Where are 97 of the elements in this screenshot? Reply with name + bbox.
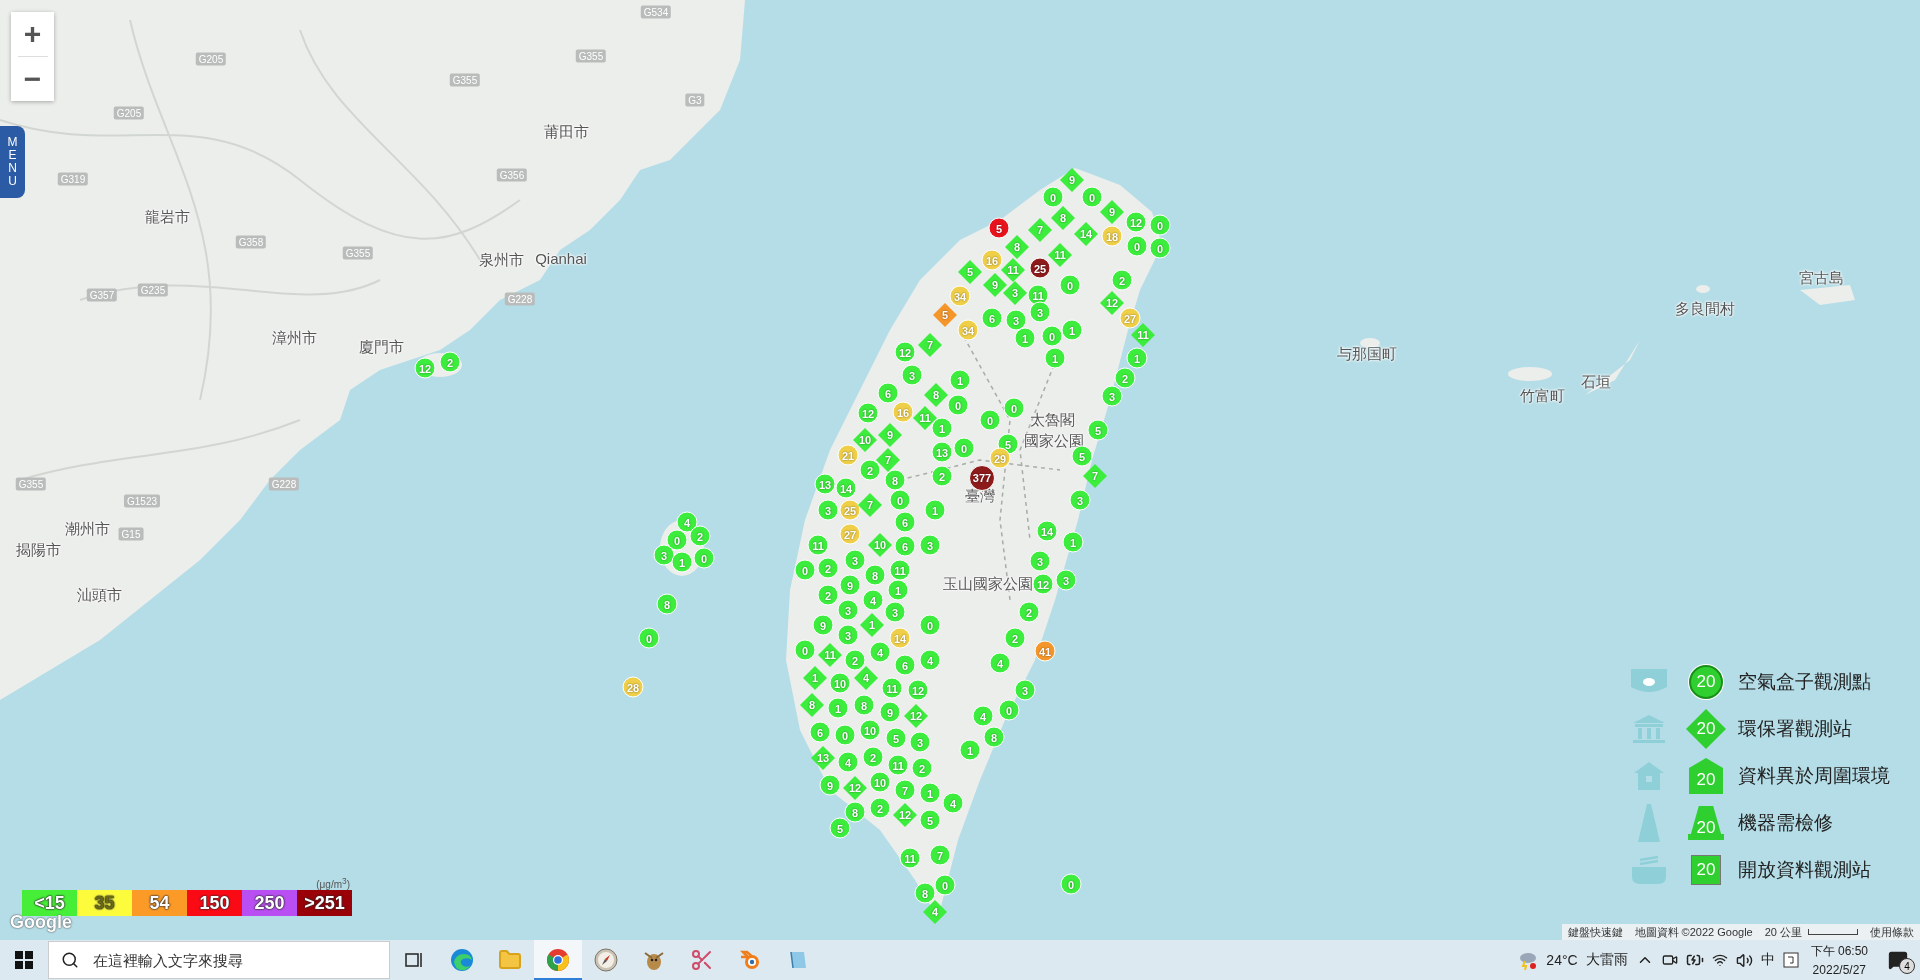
road-number: G235	[137, 283, 169, 297]
unit-label: (μg/m$^{3}$)	[316, 876, 350, 891]
windows-logo-icon	[15, 951, 33, 969]
place-label: 泉州市	[478, 250, 524, 270]
time-text: 下午 06:50	[1810, 943, 1868, 960]
tray-icon	[1631, 855, 1667, 885]
building-icon	[1632, 714, 1666, 744]
place-label: 石垣	[1581, 372, 1611, 392]
legend-marker: 20	[1686, 709, 1726, 749]
road-number: G355	[342, 246, 374, 260]
island	[1360, 338, 1380, 348]
place-label: 与那国町	[1337, 344, 1397, 364]
road-number: G228	[268, 477, 300, 491]
legend-label: 機器需檢修	[1738, 811, 1833, 835]
road-number: G3	[685, 93, 705, 107]
station-marker[interactable]: 5	[829, 817, 851, 839]
place-label: 竹富町	[1519, 386, 1565, 406]
taskbar-app-button[interactable]	[534, 940, 582, 980]
station-marker[interactable]: 12	[414, 357, 436, 379]
station-marker[interactable]: 0	[1060, 873, 1082, 895]
scale-bin: 35	[77, 890, 132, 917]
station-marker[interactable]: 0	[638, 627, 660, 649]
house-icon	[1633, 761, 1665, 791]
station-marker[interactable]: 4	[676, 511, 698, 533]
legend-marker: 20	[1691, 855, 1721, 885]
road-number: G358	[235, 235, 267, 249]
place-label: 廈門市	[358, 337, 404, 357]
scale-bin: >251	[297, 890, 352, 917]
edge-browser-icon	[450, 948, 474, 972]
road-number: G205	[195, 52, 227, 66]
scale-text: 20 公里	[1763, 924, 1803, 940]
terms-link[interactable]: 使用條款	[1864, 924, 1920, 940]
place-label: 汕頭市	[76, 585, 122, 605]
place-label: 潮州市	[64, 519, 110, 539]
road-number: G355	[575, 49, 607, 63]
legend-label: 資料異於周圍環境	[1738, 764, 1890, 788]
scale-bin: 150	[187, 890, 242, 917]
station-marker[interactable]: 4	[923, 900, 947, 924]
scale-bar	[1808, 929, 1858, 935]
scissors-icon	[690, 948, 714, 972]
island	[1696, 285, 1710, 293]
legend-label: 環保署觀測站	[1738, 717, 1852, 741]
input-method-text: 中	[1759, 951, 1776, 969]
station-marker[interactable]: 8	[656, 593, 678, 615]
place-label: 揭陽市	[15, 540, 61, 560]
station-marker[interactable]: 3	[653, 544, 675, 566]
station-marker[interactable]: 2	[1114, 367, 1136, 389]
place-label: 漳州市	[271, 328, 317, 348]
blender-icon	[738, 948, 762, 972]
place-label: 莆田市	[543, 122, 589, 142]
island	[1508, 367, 1552, 381]
zoom-out-button[interactable]: −	[11, 57, 54, 101]
date-text: 2022/5/27	[1812, 963, 1866, 977]
compass-icon	[594, 948, 618, 972]
legend-marker: 20	[1689, 758, 1723, 794]
road-number: G205	[113, 106, 145, 120]
traffic-cone-icon	[1637, 803, 1661, 843]
menu-tab[interactable]: MENU	[0, 126, 25, 198]
station-marker[interactable]: 28	[622, 676, 644, 698]
search-field[interactable]: 在這裡輸入文字來搜尋	[48, 941, 390, 979]
station-marker[interactable]: 1	[1126, 347, 1148, 369]
place-label: Qianhai	[535, 249, 587, 267]
road-number: G355	[449, 73, 481, 87]
place-label: 多良間村	[1675, 299, 1735, 319]
place-label: 宮古島	[1798, 268, 1844, 288]
weather-text: 大雷雨	[1584, 951, 1629, 969]
place-label: 龍岩市	[144, 207, 190, 227]
road-number: G15	[118, 527, 144, 541]
legend-marker: 20	[1688, 806, 1724, 840]
scale-bin: 54	[132, 890, 187, 917]
clock[interactable]: 下午 06:50 2022/5/27	[1802, 943, 1876, 977]
search-icon	[61, 951, 79, 969]
folder-icon	[498, 948, 522, 972]
road-number: G228	[504, 292, 536, 306]
road-number: G355	[15, 477, 47, 491]
scale-bin: 250	[242, 890, 297, 917]
station-marker[interactable]: 11	[1131, 323, 1155, 347]
place-label: 太魯閣	[1029, 410, 1075, 430]
zoom-in-button[interactable]: +	[11, 12, 54, 56]
road-number: G1523	[124, 494, 160, 508]
notification-count: 4	[1899, 958, 1915, 974]
road-number: G319	[57, 172, 89, 186]
station-marker[interactable]: 8	[914, 882, 936, 904]
chrome-browser-icon	[546, 948, 570, 972]
island	[1800, 285, 1855, 305]
road-number: G357	[86, 288, 118, 302]
keyboard-shortcuts-link[interactable]: 鍵盤快速鍵	[1561, 924, 1629, 940]
road-number: G534	[640, 5, 672, 19]
legend-marker: 20	[1689, 665, 1723, 699]
legend-label: 開放資料觀測站	[1738, 858, 1871, 882]
temperature-text: 24°C	[1545, 952, 1579, 968]
road-number: G356	[496, 168, 528, 182]
map-data-text: 地圖資料 ©2022 Google	[1633, 924, 1754, 940]
task-view-icon	[404, 951, 424, 969]
place-label: 玉山國家公園	[943, 574, 1033, 594]
search-input[interactable]: 在這裡輸入文字來搜尋	[91, 950, 389, 970]
legend-label: 空氣盒子觀測點	[1738, 670, 1871, 694]
